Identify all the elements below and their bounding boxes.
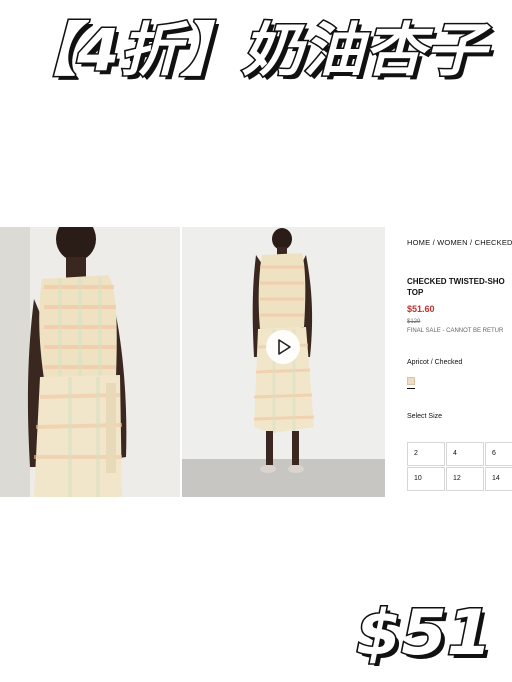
product-info-panel: HOME / WOMEN / CHECKED CHECKED TWISTED-S… <box>407 227 512 497</box>
size-option[interactable]: 12 <box>446 467 484 491</box>
price-overlay-text: $51 <box>356 596 492 666</box>
selected-swatch-indicator <box>407 388 415 389</box>
product-title-line2: TOP <box>407 288 424 297</box>
final-sale-notice: FINAL SALE - CANNOT BE RETUR <box>407 328 504 334</box>
size-option[interactable]: 2 <box>407 442 445 466</box>
play-icon <box>278 339 291 355</box>
product-title-line1: CHECKED TWISTED-SHO <box>407 277 505 286</box>
product-photo-fullbody[interactable] <box>182 227 385 497</box>
original-price: $129 <box>407 319 421 325</box>
sale-price: $51.60 <box>407 304 435 314</box>
size-option[interactable]: 6 <box>485 442 512 466</box>
select-size-label: Select Size <box>407 413 443 420</box>
size-option[interactable]: 4 <box>446 442 484 466</box>
size-option[interactable]: 14 <box>485 467 512 491</box>
color-swatch-apricot[interactable] <box>407 377 415 385</box>
color-name: Apricot / Checked <box>407 359 463 366</box>
product-photo-closeup[interactable] <box>0 227 180 497</box>
play-video-button[interactable] <box>266 330 300 364</box>
size-option[interactable]: 10 <box>407 467 445 491</box>
breadcrumb[interactable]: HOME / WOMEN / CHECKED <box>407 238 512 247</box>
product-title: CHECKED TWISTED-SHO TOP <box>407 276 512 298</box>
headline-text: 【4折】奶油杏子 <box>16 16 491 84</box>
headline-banner: 【4折】奶油杏子 【4折】奶油杏子 <box>14 14 498 87</box>
price-overlay: $51 $51 <box>352 594 502 674</box>
product-page: HOME / WOMEN / CHECKED CHECKED TWISTED-S… <box>0 227 512 497</box>
